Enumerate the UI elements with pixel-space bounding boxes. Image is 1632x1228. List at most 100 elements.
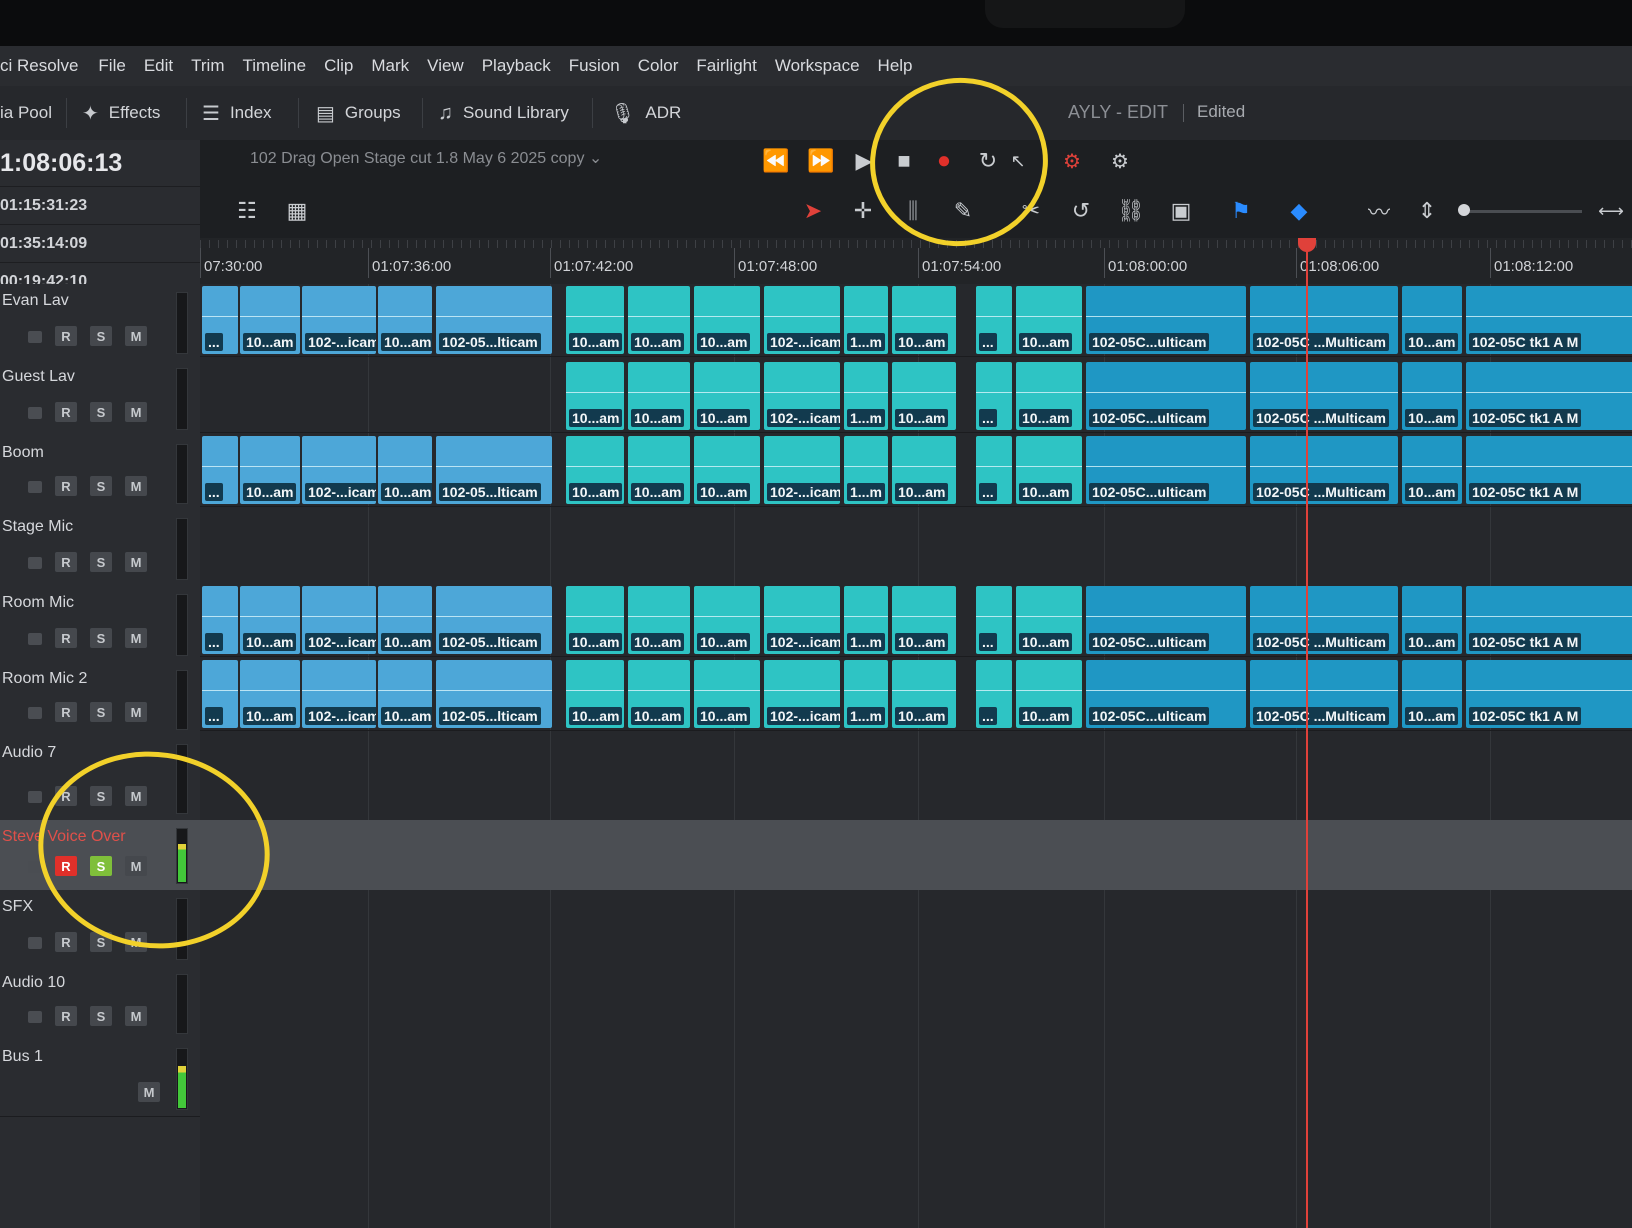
audio-clip[interactable]: 10...am (694, 586, 760, 654)
menu-timeline[interactable]: Timeline (242, 56, 306, 76)
clip-volume-line[interactable] (302, 316, 376, 317)
selection-arrow-icon[interactable]: ➤ (796, 192, 830, 230)
audio-clip[interactable]: 10...am (566, 660, 624, 728)
clip-volume-line[interactable] (202, 616, 238, 617)
clip-volume-line[interactable] (566, 690, 624, 691)
track-header[interactable]: Bus 1 M (0, 1040, 200, 1117)
audio-clip[interactable]: 10...am (892, 660, 956, 728)
audio-lane[interactable]: ... 10...am 102-...icam 10...am 102-05...lti… (200, 286, 1632, 357)
clip-volume-line[interactable] (240, 616, 300, 617)
audio-clip[interactable]: 10...am (694, 436, 760, 504)
audio-clip[interactable]: 10...am (892, 436, 956, 504)
clip-volume-line[interactable] (436, 316, 552, 317)
clip-volume-line[interactable] (1402, 690, 1462, 691)
solo-button[interactable]: S (90, 1006, 112, 1026)
audio-clip[interactable]: 102-05C tk1 A M (1466, 436, 1632, 504)
clip-volume-line[interactable] (628, 316, 690, 317)
audio-clip[interactable]: 1...m (844, 660, 888, 728)
record-arm-button[interactable]: R (55, 476, 77, 496)
mute-button[interactable]: M (125, 326, 147, 346)
clip-volume-line[interactable] (202, 690, 238, 691)
clip-volume-line[interactable] (628, 466, 690, 467)
audio-lane[interactable]: ... 10...am 102-...icam 10...am 102-05...lti… (200, 660, 1632, 731)
solo-button[interactable]: S (90, 702, 112, 722)
audio-clip[interactable]: ... (976, 660, 1012, 728)
audio-clip[interactable]: 102-05...lticam (436, 286, 552, 354)
fast-forward-icon[interactable]: ⏩ (805, 143, 837, 179)
settings-icon[interactable]: ⚙ (1104, 143, 1136, 179)
audio-clip[interactable]: 10...am (628, 586, 690, 654)
track-header[interactable]: Boom R S M (0, 436, 200, 511)
clip-volume-line[interactable] (1016, 616, 1082, 617)
audio-clip[interactable]: 10...am (694, 362, 760, 430)
expand-icon[interactable]: ⟷ (1594, 192, 1628, 230)
clip-volume-line[interactable] (1250, 392, 1398, 393)
audio-clip[interactable]: 102-...icam (764, 436, 840, 504)
record-arm-button[interactable]: R (55, 1006, 77, 1026)
audio-clip[interactable]: 10...am (378, 436, 432, 504)
audio-clip[interactable]: 10...am (566, 586, 624, 654)
mute-button[interactable]: M (138, 1082, 160, 1102)
clip-volume-line[interactable] (240, 690, 300, 691)
menu-file[interactable]: File (98, 56, 125, 76)
clip-volume-line[interactable] (764, 466, 840, 467)
audio-clip[interactable]: 10...am (628, 286, 690, 354)
clip-volume-line[interactable] (976, 316, 1012, 317)
audio-clip[interactable]: 10...am (1402, 586, 1462, 654)
clip-volume-line[interactable] (436, 616, 552, 617)
clip-volume-line[interactable] (566, 466, 624, 467)
clip-volume-line[interactable] (694, 616, 760, 617)
clip-volume-line[interactable] (1402, 392, 1462, 393)
audio-clip[interactable]: 102-05C ...Multicam (1250, 586, 1398, 654)
clip-volume-line[interactable] (378, 616, 432, 617)
audio-clip[interactable]: 102-05C...ulticam (1086, 586, 1246, 654)
clip-volume-line[interactable] (202, 466, 238, 467)
automation-icon[interactable]: ⚙ (1056, 143, 1088, 179)
clip-volume-line[interactable] (202, 316, 238, 317)
audio-clip[interactable]: 10...am (1016, 586, 1082, 654)
lock-icon[interactable] (28, 557, 42, 569)
record-arm-button[interactable]: R (55, 402, 77, 422)
clip-volume-line[interactable] (1250, 690, 1398, 691)
audio-clip[interactable]: 10...am (694, 286, 760, 354)
menu-mark[interactable]: Mark (371, 56, 409, 76)
menu-color[interactable]: Color (638, 56, 679, 76)
clip-volume-line[interactable] (628, 690, 690, 691)
clip-volume-line[interactable] (628, 616, 690, 617)
audio-clip[interactable]: 10...am (892, 586, 956, 654)
audio-clip[interactable]: 10...am (566, 436, 624, 504)
clip-volume-line[interactable] (1466, 392, 1632, 393)
audio-clip[interactable]: 102-...icam (764, 362, 840, 430)
clip-volume-line[interactable] (892, 616, 956, 617)
grid-icon[interactable]: ▦ (280, 192, 314, 230)
audio-clip[interactable]: 10...am (566, 362, 624, 430)
clip-volume-line[interactable] (302, 616, 376, 617)
effects-button[interactable]: ✦ Effects (82, 86, 160, 140)
clip-volume-line[interactable] (1466, 690, 1632, 691)
audio-clip[interactable]: 10...am (1016, 436, 1082, 504)
track-header[interactable]: Audio 10 R S M (0, 966, 200, 1041)
track-header[interactable]: Guest Lav R S M (0, 360, 200, 437)
clip-volume-line[interactable] (844, 616, 888, 617)
mute-button[interactable]: M (125, 628, 147, 648)
record-arm-button[interactable]: R (55, 932, 77, 952)
clip-volume-line[interactable] (1250, 616, 1398, 617)
clip-volume-line[interactable] (566, 316, 624, 317)
audio-clip[interactable]: 10...am (628, 362, 690, 430)
clip-volume-line[interactable] (694, 316, 760, 317)
clip-volume-line[interactable] (1016, 316, 1082, 317)
clip-volume-line[interactable] (1402, 316, 1462, 317)
lock-icon[interactable] (28, 1011, 42, 1023)
clip-volume-line[interactable] (844, 392, 888, 393)
audio-clip[interactable]: 102-...icam (764, 660, 840, 728)
audio-clip[interactable]: 102-05C tk1 A M (1466, 660, 1632, 728)
snap-icon[interactable]: ↺ (1064, 192, 1098, 230)
mute-button[interactable]: M (125, 1006, 147, 1026)
menu-playback[interactable]: Playback (482, 56, 551, 76)
lock-icon[interactable] (28, 791, 42, 803)
audio-clip[interactable]: ... (202, 286, 238, 354)
clip-volume-line[interactable] (892, 690, 956, 691)
clip-volume-line[interactable] (436, 466, 552, 467)
audio-clip[interactable]: 10...am (240, 660, 300, 728)
menu-trim[interactable]: Trim (191, 56, 224, 76)
